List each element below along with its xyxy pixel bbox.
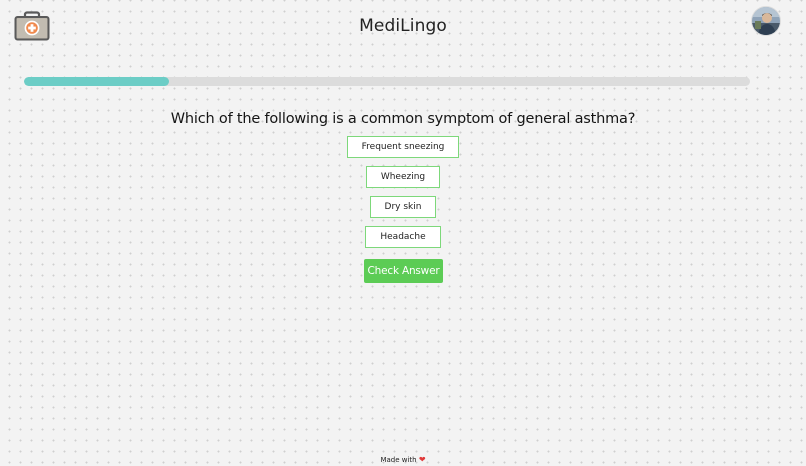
answer-option-frequent-sneezing[interactable]: Frequent sneezing [346, 136, 460, 158]
progress-bar [24, 77, 750, 86]
user-avatar[interactable] [752, 7, 780, 35]
answer-options: Frequent sneezing Wheezing Dry skin Head… [0, 136, 806, 256]
progress-fill [24, 77, 170, 86]
footer: Made with ❤ [0, 455, 806, 464]
app-title: MediLingo [359, 16, 447, 36]
answer-option-wheezing[interactable]: Wheezing [365, 166, 441, 188]
heart-icon: ❤ [418, 455, 426, 464]
answer-option-dry-skin[interactable]: Dry skin [369, 196, 437, 218]
question-text: Which of the following is a common sympt… [170, 111, 636, 127]
answer-option-headache[interactable]: Headache [365, 226, 441, 248]
check-answer-button[interactable]: Check Answer [364, 259, 443, 283]
footer-text: Made with [380, 456, 417, 464]
